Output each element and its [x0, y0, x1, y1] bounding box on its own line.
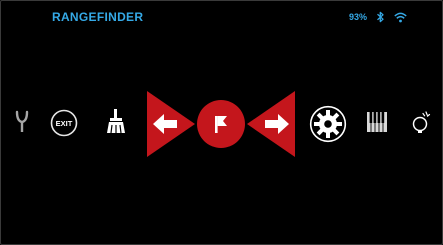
flag-icon[interactable]	[210, 113, 232, 135]
page-title: RANGEFINDER	[52, 10, 144, 24]
next-arrow-button[interactable]	[264, 112, 290, 136]
status-bar: 93%	[349, 11, 407, 23]
settings-gear-icon[interactable]	[309, 105, 347, 143]
tuning-fork-icon[interactable]	[14, 110, 30, 134]
exit-button[interactable]: EXIT	[50, 109, 78, 137]
bluetooth-icon	[377, 11, 384, 23]
broom-icon[interactable]	[104, 108, 128, 134]
piano-keys-icon[interactable]	[366, 111, 388, 133]
menu-carousel: EXIT	[0, 72, 443, 176]
previous-arrow-button[interactable]	[152, 112, 178, 136]
wifi-icon	[394, 12, 407, 22]
lightbulb-icon[interactable]	[410, 109, 432, 137]
battery-percent: 93%	[348, 12, 367, 22]
exit-label: EXIT	[56, 119, 73, 128]
